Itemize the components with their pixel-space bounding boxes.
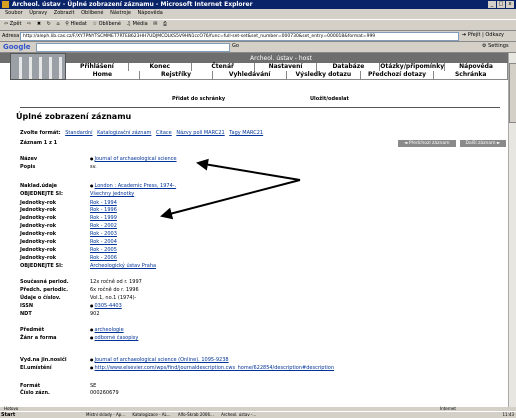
menu-file[interactable]: Soubor — [5, 10, 23, 16]
address-label: Adresa — [2, 33, 20, 39]
task-list: Místní sklady - Ap... Katalogizace - AL.… — [86, 412, 262, 417]
vertical-scrollbar[interactable] — [508, 53, 516, 407]
menu-tools[interactable]: Nástroje — [110, 10, 131, 16]
arrow-to-title — [196, 158, 301, 181]
search-label: Hledat — [70, 21, 87, 27]
menu-view[interactable]: Zobrazit — [54, 10, 75, 16]
print-icon[interactable]: ⎙ — [163, 20, 167, 28]
go-label: Přejít — [467, 32, 481, 38]
search-button[interactable]: ⚲ Hledat — [65, 20, 87, 28]
favorites-label: Oblíbené — [98, 21, 121, 27]
stop-icon[interactable]: ✖ — [37, 20, 41, 28]
refresh-icon[interactable]: ↻ — [47, 20, 51, 28]
arrow-to-years — [160, 179, 301, 220]
task-item-active[interactable]: Archeol. ústav -... — [221, 412, 256, 417]
window-title: Archeol. ústav - Úplné zobrazení záznamu… — [12, 1, 253, 8]
google-go-button[interactable]: Go — [232, 43, 239, 49]
address-input[interactable]: http://aleph.lib.cas.cz/F/XY7PNYTSCMMET7… — [20, 32, 459, 41]
task-item[interactable]: Alfo-Škrab 2006... — [178, 412, 214, 417]
google-toolbar: Google Go ⚙ Settings — [0, 42, 516, 53]
google-search-input[interactable] — [36, 43, 230, 52]
media-label: Média — [132, 21, 148, 27]
annotation-arrows — [160, 158, 301, 220]
media-button[interactable]: ♫ Média — [127, 20, 148, 28]
ie-icon — [2, 1, 9, 8]
browser-toolbar: ⇦ Zpět ⇨ ✖ ↻ ⌂ ⚲ Hledat ☆ Oblíbené ♫ Méd… — [0, 19, 516, 31]
window-controls: _ □ x — [488, 1, 514, 8]
menu-edit[interactable]: Úpravy — [29, 10, 47, 16]
settings-label: Settings — [488, 43, 509, 49]
close-button[interactable]: x — [506, 1, 514, 8]
links-label[interactable]: Odkazy — [485, 32, 504, 38]
mail-icon[interactable]: ✉ — [153, 20, 157, 28]
window-title-bar: Archeol. ústav - Úplné zobrazení záznamu… — [0, 0, 516, 9]
back-button[interactable]: ⇦ Zpět — [4, 20, 21, 28]
menu-bar: Soubor Úpravy Zobrazit Oblíbené Nástroje… — [0, 10, 516, 18]
google-settings-button[interactable]: ⚙ Settings — [482, 43, 509, 49]
page-content: Archeol. ústav - host Přihlášení Konec Č… — [0, 53, 508, 407]
task-item[interactable]: Katalogizace - AL... — [132, 412, 170, 417]
menu-favorites[interactable]: Oblíbené — [81, 10, 103, 16]
back-label: Zpět — [9, 21, 22, 27]
start-button[interactable]: Start — [1, 412, 15, 418]
menu-help[interactable]: Nápověda — [138, 10, 163, 16]
clock: 11:43 — [502, 412, 514, 417]
scrollbar-thumb[interactable] — [509, 63, 516, 123]
go-button[interactable]: ➔ Přejít | Odkazy — [462, 32, 504, 38]
google-logo[interactable]: Google — [3, 43, 31, 51]
home-icon[interactable]: ⌂ — [56, 20, 59, 28]
maximize-button[interactable]: □ — [497, 1, 505, 8]
forward-icon[interactable]: ⇨ — [27, 20, 31, 28]
minimize-button[interactable]: _ — [488, 1, 496, 8]
address-bar: Adresa http://aleph.lib.cas.cz/F/XY7PNYT… — [0, 31, 516, 42]
favorites-button[interactable]: ☆ Oblíbené — [92, 20, 120, 28]
task-item[interactable]: Místní sklady - Ap... — [86, 412, 125, 417]
